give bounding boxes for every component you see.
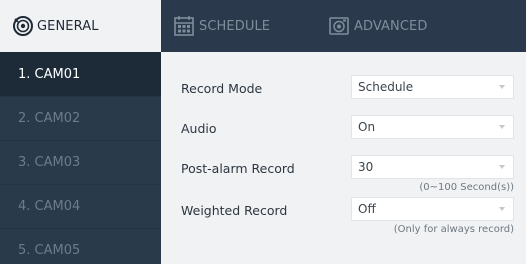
tab-advanced[interactable]: ADVANCED <box>328 0 427 52</box>
weighted-record-label: Weighted Record <box>181 203 288 218</box>
camera-item-label: 4. CAM04 <box>18 199 81 214</box>
post-alarm-record-hint: (0~100 Second(s)) <box>419 182 514 193</box>
chevron-down-icon <box>499 207 505 211</box>
camera-item-cam03[interactable]: 3. CAM03 <box>0 141 161 185</box>
post-alarm-record-select[interactable]: 30 <box>351 155 514 179</box>
camera-settings-icon <box>328 15 350 37</box>
weighted-record-select[interactable]: Off <box>351 197 514 221</box>
recording-settings-panel: Record Mode Schedule Audio On Post-alarm… <box>161 52 526 264</box>
audio-label: Audio <box>181 121 217 136</box>
chevron-down-icon <box>499 85 505 89</box>
weighted-record-value: Off <box>358 202 376 216</box>
camera-item-cam01[interactable]: 1. CAM01 <box>0 52 161 97</box>
camera-list: 1. CAM01 2. CAM02 3. CAM03 4. CAM04 5. C… <box>0 52 161 264</box>
top-tab-bar: GENERAL SCHEDULE ADVANCED <box>0 0 526 52</box>
tab-general-label: GENERAL <box>37 18 99 34</box>
camera-lens-icon <box>12 15 34 37</box>
tab-schedule-label: SCHEDULE <box>199 18 271 34</box>
post-alarm-record-value: 30 <box>358 160 374 174</box>
camera-item-label: 1. CAM01 <box>18 66 81 82</box>
tab-advanced-label: ADVANCED <box>354 18 428 34</box>
tab-schedule[interactable]: SCHEDULE <box>173 0 270 52</box>
audio-select[interactable]: On <box>351 115 514 139</box>
weighted-record-hint: (Only for always record) <box>393 224 514 235</box>
tab-general[interactable]: GENERAL <box>0 0 161 52</box>
camera-item-cam02[interactable]: 2. CAM02 <box>0 97 161 141</box>
calendar-icon <box>173 15 195 37</box>
camera-item-cam05[interactable]: 5. CAM05 <box>0 229 161 264</box>
chevron-down-icon <box>499 125 505 129</box>
camera-item-label: 3. CAM03 <box>18 155 81 170</box>
post-alarm-record-label: Post-alarm Record <box>181 161 295 176</box>
record-mode-value: Schedule <box>358 80 414 94</box>
chevron-down-icon <box>499 165 505 169</box>
audio-value: On <box>358 120 376 134</box>
record-mode-select[interactable]: Schedule <box>351 75 514 99</box>
camera-item-label: 2. CAM02 <box>18 111 81 126</box>
record-mode-label: Record Mode <box>181 81 263 96</box>
camera-item-label: 5. CAM05 <box>18 243 81 258</box>
camera-item-cam04[interactable]: 4. CAM04 <box>0 185 161 229</box>
